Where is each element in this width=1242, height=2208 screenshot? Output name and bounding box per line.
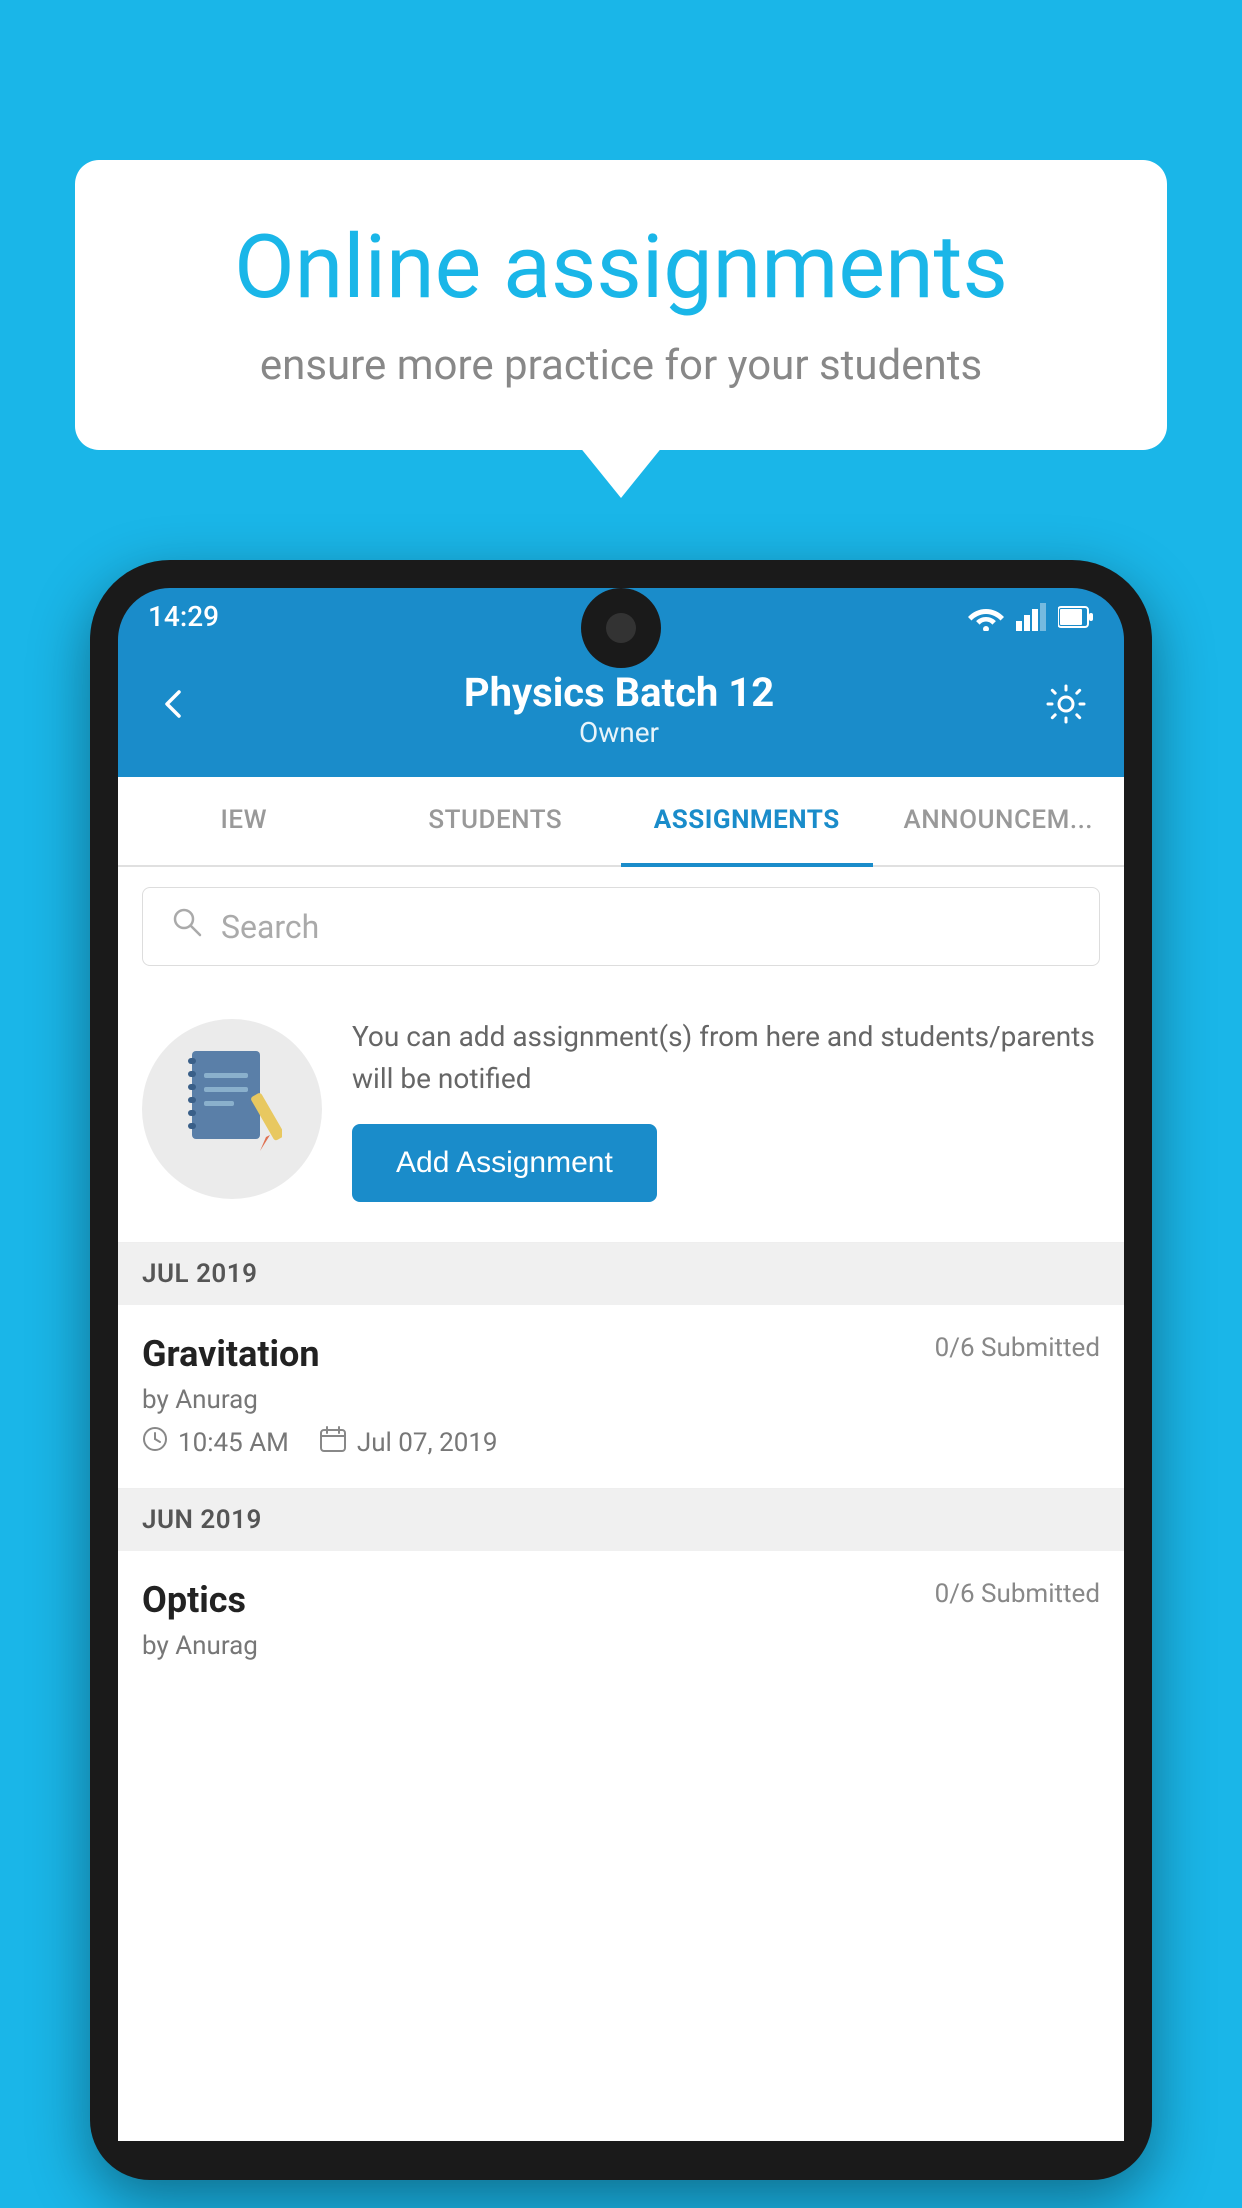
wifi-icon [968,603,1004,631]
assignment-date-gravitation: Jul 07, 2019 [357,1428,498,1458]
assignment-description: You can add assignment(s) from here and … [352,1016,1100,1100]
assignment-meta-gravitation: 10:45 AM Jul 07, 2019 [142,1425,1100,1460]
clock-icon [142,1426,168,1459]
notebook-icon [182,1043,282,1175]
status-time: 14:29 [148,600,219,633]
assignment-item-top-optics: Optics 0/6 Submitted [142,1579,1100,1621]
assignment-by-gravitation: by Anurag [142,1385,1100,1415]
header-title: Physics Batch 12 [464,669,774,716]
tab-announcements[interactable]: ANNOUNCEM... [873,777,1125,865]
assignment-time-gravitation: 10:45 AM [178,1428,289,1458]
phone-screen: Physics Batch 12 Owner IEW STUDENTS ASSI… [118,641,1124,2141]
speech-bubble-container: Online assignments ensure more practice … [75,160,1167,450]
search-icon [171,906,203,947]
signal-icon [1016,603,1046,631]
search-placeholder: Search [221,908,319,946]
submitted-badge-optics: 0/6 Submitted [935,1579,1100,1609]
speech-bubble: Online assignments ensure more practice … [75,160,1167,450]
search-container: Search [118,867,1124,986]
calendar-icon [319,1425,347,1460]
phone-notch [581,588,661,668]
settings-button[interactable] [1044,682,1088,737]
assignment-by-optics: by Anurag [142,1631,1100,1661]
tab-overview[interactable]: IEW [118,777,370,865]
assignment-item-top: Gravitation 0/6 Submitted [142,1333,1100,1375]
bubble-subtitle: ensure more practice for your students [145,341,1097,390]
tab-students[interactable]: STUDENTS [370,777,622,865]
section-header-jul: JUL 2019 [118,1243,1124,1305]
assignment-name-optics: Optics [142,1579,246,1621]
add-assignment-section: You can add assignment(s) from here and … [118,986,1124,1243]
battery-icon [1058,605,1094,629]
bubble-title: Online assignments [145,220,1097,317]
assignment-item-gravitation[interactable]: Gravitation 0/6 Submitted by Anurag [118,1305,1124,1489]
assignment-name-gravitation: Gravitation [142,1333,320,1375]
header-center: Physics Batch 12 Owner [464,669,774,749]
header-subtitle: Owner [464,716,774,749]
assignment-icon-circle [142,1019,322,1199]
submitted-badge-gravitation: 0/6 Submitted [935,1333,1100,1363]
phone-wrapper: 14:29 [90,560,1152,2208]
meta-time-gravitation: 10:45 AM [142,1426,289,1459]
add-assignment-button[interactable]: Add Assignment [352,1124,657,1202]
status-icons [968,603,1094,631]
phone-outer: 14:29 [90,560,1152,2180]
tab-assignments[interactable]: ASSIGNMENTS [621,777,873,867]
phone-camera [606,613,636,643]
section-header-jun: JUN 2019 [118,1489,1124,1551]
meta-date-gravitation: Jul 07, 2019 [319,1425,498,1460]
back-button[interactable] [154,683,194,735]
assignment-info: You can add assignment(s) from here and … [352,1016,1100,1202]
assignment-item-optics[interactable]: Optics 0/6 Submitted by Anurag [118,1551,1124,1699]
tabs-bar: IEW STUDENTS ASSIGNMENTS ANNOUNCEM... [118,777,1124,867]
search-bar[interactable]: Search [142,887,1100,966]
